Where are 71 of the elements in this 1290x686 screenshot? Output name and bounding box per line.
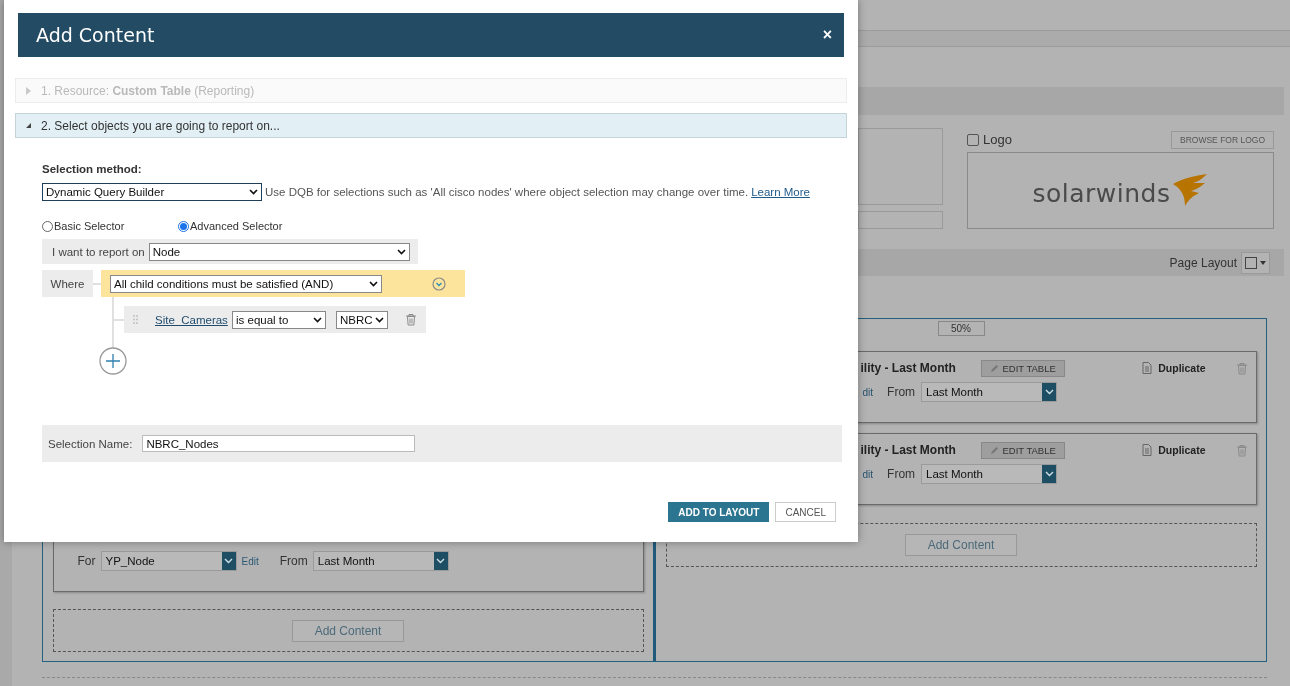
for-dropdown[interactable]: YP_Node [100,551,237,571]
expanded-icon [26,123,31,128]
chevron-icon [249,189,258,195]
method-dropdown[interactable]: Dynamic Query Builder [42,183,262,201]
edit-link[interactable]: Edit [241,555,259,567]
checkbox-label: Logo [983,132,1012,147]
for-label: For [77,554,96,568]
section-title: 1. Resource: Custom Table (Reporting) [41,83,255,98]
from-label: From [279,554,308,568]
close-button[interactable]: × [822,26,832,44]
resource-title: ility - Last Month [860,443,957,457]
radio-button[interactable] [42,220,53,232]
chevron-icon [396,248,406,255]
from-dropdown[interactable]: Last Month [921,464,1058,484]
input-field[interactable] [858,211,943,229]
document-icon [1142,362,1153,374]
field-label: I want to report on [52,245,145,258]
chevron-icon [369,280,378,287]
pencil-icon [989,363,999,373]
from-dropdown[interactable]: Last Month [312,551,449,571]
section-header[interactable]: 2. Select objects you are going to report on... [15,113,847,138]
edit-link[interactable]: dit [862,386,874,398]
field-label: Selection method: [42,163,143,175]
from-dropdown[interactable]: Last Month [921,382,1058,402]
add-icon [99,347,127,375]
radio-label: Advanced Selector [190,220,283,232]
operator-dropdown[interactable]: All child conditions must be satisfied (AND) [110,274,382,293]
where-label: Where [42,270,93,297]
add-to-layout-button[interactable]: ADD TO LAYOUT [668,502,770,522]
field-label: Selection Name: [48,437,133,450]
input-field[interactable]: NBRC_Nodes [142,435,416,452]
edit-link[interactable]: dit [862,468,874,480]
from-label: From [887,385,916,399]
chevron-icon [313,316,322,323]
chevron-icon [224,558,233,564]
duplicate-link[interactable]: Duplicate [1158,444,1206,456]
layout-dropdown[interactable] [1241,251,1270,274]
page-layout-label: Page Layout [1169,255,1237,270]
section-title: 2. Select objects you are going to report on... [41,118,280,133]
document-icon [1142,444,1153,456]
value-dropdown[interactable]: NBRC [336,310,388,329]
trash-icon [1235,361,1248,375]
cancel-button[interactable]: CANCEL [775,502,836,522]
checkbox[interactable] [967,133,979,146]
chevron-circle-icon [432,276,446,291]
from-label: From [887,467,916,481]
radio-button[interactable] [178,220,189,232]
dialog-title: Add Content [36,24,155,46]
logo-text: solarwinds [1032,178,1171,208]
hint-text: Use DQB for selections such as 'All cisco nodes' where object selection may change over time. [265,186,749,198]
edit-table-button[interactable]: EDIT TABLE [980,359,1065,377]
learn-more-link[interactable]: Learn More [751,186,810,198]
object-type-dropdown[interactable]: Node [148,242,410,261]
trash-icon [1235,443,1248,457]
resource-title: ility - Last Month [860,361,957,375]
chevron-icon [1044,471,1054,477]
chevron-icon [436,558,446,564]
trash-icon [405,313,417,326]
field-link[interactable]: Site_Cameras [155,313,232,326]
pencil-icon [989,445,999,455]
caret-icon [1260,260,1266,265]
browse-button[interactable]: BROWSE FOR LOGO [1171,130,1274,149]
width-field[interactable]: 50% [937,321,985,336]
collapsed-icon [26,86,31,95]
radio-label: Basic Selector [54,220,125,232]
drag-handle-icon [133,315,138,324]
comparison-dropdown[interactable]: is equal to [232,310,326,329]
duplicate-link[interactable]: Duplicate [1158,362,1206,374]
chevron-icon [375,316,384,323]
edit-table-button[interactable]: EDIT TABLE [980,441,1065,459]
chevron-icon [1044,389,1054,395]
